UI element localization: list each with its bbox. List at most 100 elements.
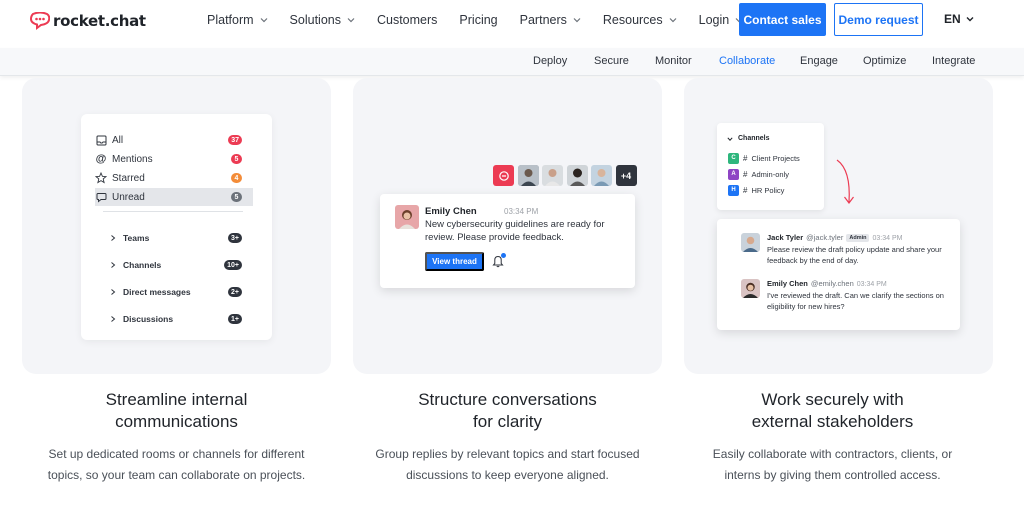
- chevron-down-icon: [260, 18, 267, 23]
- group-label: Direct messages: [123, 287, 191, 297]
- group-channels[interactable]: Channels 10+: [110, 258, 246, 272]
- main-menu: Platform Solutions Customers Pricing Par…: [207, 0, 765, 40]
- desc-line: Set up dedicated rooms or channels for d…: [48, 447, 305, 461]
- filter-mentions[interactable]: @ Mentions 5: [95, 150, 253, 168]
- nav-solutions[interactable]: Solutions: [290, 13, 355, 27]
- nav-pricing[interactable]: Pricing: [459, 13, 497, 27]
- subnav-monitor[interactable]: Monitor: [655, 55, 692, 67]
- desc-line: discussions to keep everyone aligned.: [406, 468, 609, 482]
- message-time: 03:34 PM: [856, 281, 887, 288]
- avatar: [395, 205, 419, 229]
- feature-description: Group replies by relevant topics and sta…: [353, 444, 662, 486]
- title-line: Structure conversations: [418, 390, 597, 409]
- sub-navigation: Deploy Secure Monitor Collaborate Engage…: [0, 48, 1024, 76]
- chevron-right-icon: [111, 262, 116, 268]
- participant-avatars: +4: [493, 165, 640, 187]
- group-teams[interactable]: Teams 3+: [110, 231, 246, 245]
- channel-client-projects[interactable]: C # Client Projects: [728, 152, 800, 164]
- language-selector[interactable]: EN: [944, 12, 974, 26]
- desc-line: topics, so your team can collaborate on …: [47, 468, 306, 482]
- count-badge: 1+: [228, 314, 242, 324]
- nav-partners[interactable]: Partners: [520, 13, 581, 27]
- channels-header[interactable]: Channels: [727, 135, 770, 142]
- title-line: for clarity: [473, 412, 542, 431]
- notification-dot: [501, 253, 506, 258]
- filter-label: Starred: [112, 172, 145, 184]
- top-navigation: rocket.chat Platform Solutions Customers…: [0, 0, 1024, 48]
- message-time: 03:34 PM: [872, 235, 903, 242]
- demo-request-button[interactable]: Demo request: [834, 3, 923, 36]
- subnav-collaborate[interactable]: Collaborate: [719, 55, 775, 67]
- subnav-deploy[interactable]: Deploy: [533, 55, 567, 67]
- contact-sales-button[interactable]: Contact sales: [739, 3, 826, 36]
- star-icon: [95, 172, 107, 184]
- count-badge: 3+: [228, 233, 242, 243]
- logo[interactable]: rocket.chat: [30, 10, 146, 32]
- subnav-optimize[interactable]: Optimize: [863, 55, 906, 67]
- group-discussions[interactable]: Discussions 1+: [110, 312, 246, 326]
- message-time: 03:34 PM: [504, 207, 539, 216]
- feature-description: Easily collaborate with contractors, cli…: [678, 444, 987, 486]
- nav-resources[interactable]: Resources: [603, 13, 677, 27]
- chevron-down-icon: [347, 18, 355, 23]
- channel-name: HR Policy: [751, 185, 785, 195]
- author-handle: @jack.tyler: [806, 233, 844, 242]
- message-text: New cybersecurity guidelines are ready f…: [425, 219, 605, 243]
- nav-customers[interactable]: Customers: [377, 13, 437, 27]
- message-text: Please review the draft policy update an…: [767, 245, 942, 265]
- desc-line: interns by giving them controlled access…: [724, 468, 941, 482]
- group-label: Teams: [123, 233, 150, 243]
- group-label: Channels: [123, 260, 162, 270]
- channel-hr-policy[interactable]: H # HR Policy: [728, 184, 784, 196]
- title-line: Streamline internal: [105, 390, 248, 409]
- subnav-engage[interactable]: Engage: [800, 55, 838, 67]
- author-line: Jack Tyler @jack.tyler Admin 03:34 PM: [767, 233, 902, 242]
- role-badge: Admin: [846, 234, 870, 242]
- rocket-chat-logo-icon: [30, 12, 50, 30]
- nav-label: Pricing: [459, 13, 498, 27]
- group-direct-messages[interactable]: Direct messages 2+: [110, 285, 246, 299]
- group-label: Discussions: [123, 314, 174, 324]
- chevron-right-icon: [111, 316, 116, 322]
- filter-unread[interactable]: Unread 5: [95, 188, 253, 206]
- hash-icon: #: [743, 185, 748, 195]
- subnav-secure[interactable]: Secure: [594, 55, 629, 67]
- filter-label: Mentions: [112, 153, 153, 165]
- curved-arrow-icon: [836, 159, 854, 204]
- nav-label: Platform: [207, 13, 254, 27]
- thread-card: Jack Tyler @jack.tyler Admin 03:34 PM Pleas…: [717, 219, 960, 330]
- message-card: Emily Chen 03:34 PM New cybersecurity gu…: [380, 194, 635, 288]
- channel-admin-only[interactable]: A # Admin-only: [728, 168, 789, 180]
- count-badge: 37: [228, 135, 242, 145]
- feature-card-structure: +4 Emily Chen 03:34 PM New cybersecurity…: [353, 78, 662, 374]
- count-badge: 4: [231, 173, 242, 183]
- count-badge: 5: [231, 192, 242, 202]
- avatar: [566, 165, 588, 186]
- sidebar-panel: All 37 @ Mentions 5 Starred 4 Unread 5 T…: [81, 114, 272, 340]
- filter-all[interactable]: All 37: [95, 131, 253, 149]
- feature-title: Streamline internal communications: [22, 389, 331, 433]
- discussion-icon: [493, 165, 514, 186]
- channels-header-label: Channels: [738, 135, 770, 142]
- count-badge: 2+: [228, 287, 242, 297]
- title-line: external stakeholders: [751, 412, 914, 431]
- avatar: [741, 279, 760, 298]
- nav-login[interactable]: Login: [699, 13, 744, 27]
- subnav-integrate[interactable]: Integrate: [932, 55, 975, 67]
- more-participants-badge: +4: [615, 165, 637, 186]
- author-name: Emily Chen: [425, 206, 477, 217]
- feature-card-external: Channels C # Client Projects A # Admin-o…: [684, 78, 993, 374]
- title-line: communications: [115, 412, 238, 431]
- feature-title: Work securely with external stakeholders: [678, 389, 987, 433]
- avatar: [542, 165, 563, 186]
- chevron-down-icon: [669, 18, 677, 23]
- title-line: Work securely with: [761, 390, 904, 409]
- brand-name: rocket.chat: [53, 12, 146, 30]
- channel-avatar: A: [728, 168, 739, 180]
- filter-starred[interactable]: Starred 4: [95, 169, 253, 187]
- view-thread-button[interactable]: View thread: [425, 252, 484, 271]
- author-handle: @emily.chen: [810, 279, 854, 288]
- chevron-right-icon: [111, 289, 116, 295]
- channels-panel: Channels C # Client Projects A # Admin-o…: [717, 123, 824, 210]
- nav-platform[interactable]: Platform: [207, 13, 268, 27]
